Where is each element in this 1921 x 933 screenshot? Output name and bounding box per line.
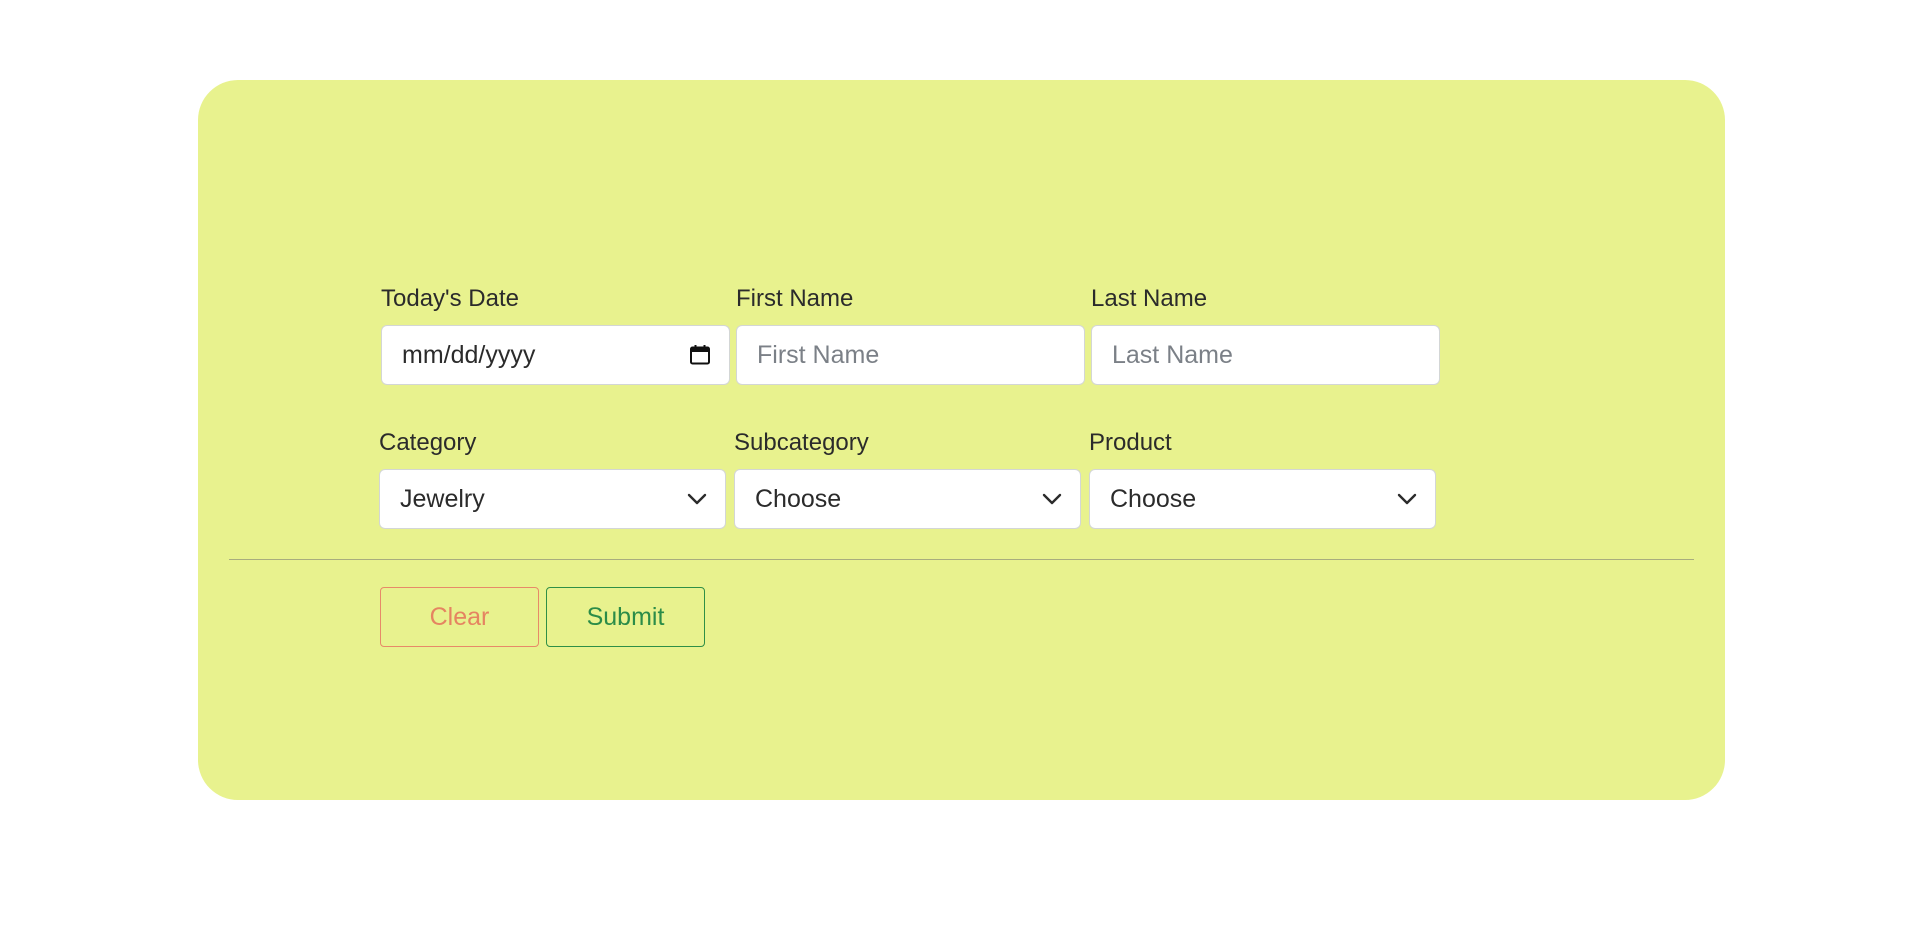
last-name-placeholder: Last Name — [1112, 340, 1233, 369]
last-name-input[interactable]: Last Name — [1091, 325, 1440, 385]
first-name-field-group: First Name First Name — [736, 285, 1085, 385]
product-label: Product — [1089, 429, 1172, 456]
date-input[interactable]: mm/dd/yyyy — [381, 325, 730, 385]
last-name-label: Last Name — [1091, 285, 1208, 312]
calendar-icon[interactable] — [689, 344, 711, 366]
product-selected-value: Choose — [1110, 484, 1197, 513]
clear-button[interactable]: Clear — [380, 587, 539, 647]
chevron-down-icon — [1042, 493, 1062, 505]
submit-button[interactable]: Submit — [546, 587, 705, 647]
date-field-group: Today's Date mm/dd/yyyy — [381, 285, 730, 385]
last-name-field-group: Last Name Last Name — [1091, 285, 1440, 385]
subcategory-select[interactable]: Choose — [734, 469, 1081, 529]
subcategory-selected-value: Choose — [755, 484, 842, 513]
date-label: Today's Date — [381, 285, 519, 312]
product-field-group: Product Choose — [1089, 429, 1436, 529]
form-divider — [229, 559, 1694, 560]
chevron-down-icon — [1397, 493, 1417, 505]
first-name-placeholder: First Name — [757, 340, 880, 369]
subcategory-field-group: Subcategory Choose — [734, 429, 1081, 529]
first-name-label: First Name — [736, 285, 854, 312]
form-card: Today's Date mm/dd/yyyy First Name First… — [198, 80, 1725, 800]
category-selected-value: Jewelry — [400, 484, 485, 513]
product-select[interactable]: Choose — [1089, 469, 1436, 529]
subcategory-label: Subcategory — [734, 429, 869, 456]
category-select[interactable]: Jewelry — [379, 469, 726, 529]
category-label: Category — [379, 429, 477, 456]
first-name-input[interactable]: First Name — [736, 325, 1085, 385]
date-input-placeholder: mm/dd/yyyy — [402, 340, 536, 369]
category-field-group: Category Jewelry — [379, 429, 726, 529]
chevron-down-icon — [687, 493, 707, 505]
